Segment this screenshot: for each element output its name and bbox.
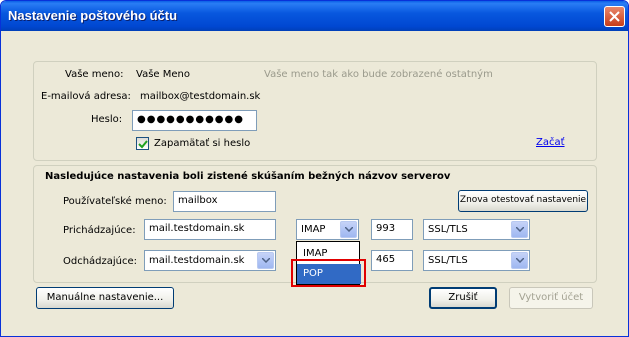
- incoming-protocol-select[interactable]: IMAP: [296, 219, 359, 240]
- password-label: Heslo:: [91, 114, 123, 125]
- chevron-down-icon: [262, 258, 270, 263]
- password-field[interactable]: ●●●●●●●●●●●: [132, 110, 257, 131]
- incoming-label: Prichádzajúce:: [63, 225, 136, 236]
- remember-password-label[interactable]: Zapamätať si heslo: [154, 138, 250, 149]
- outgoing-security-value: SSL/TLS: [428, 255, 468, 266]
- checkmark-icon: [138, 140, 148, 149]
- pop-option-highlight-frame: [291, 259, 366, 287]
- name-label: Vaše meno:: [65, 69, 124, 80]
- incoming-security-select[interactable]: SSL/TLS: [423, 219, 530, 240]
- retest-button-label: Znova otestovať nastavenie: [459, 195, 587, 205]
- close-icon: [609, 11, 620, 22]
- incoming-port-field[interactable]: 993: [371, 219, 413, 240]
- cancel-button[interactable]: Zrušiť: [429, 287, 497, 309]
- dropdown-arrow[interactable]: [340, 221, 357, 238]
- incoming-server-field[interactable]: mail.testdomain.sk: [144, 219, 276, 240]
- dropdown-arrow[interactable]: [511, 221, 528, 238]
- dropdown-arrow[interactable]: [257, 252, 274, 269]
- window-title: Nastavenie poštového účtu: [8, 8, 178, 23]
- outgoing-port-field[interactable]: 465: [371, 250, 413, 271]
- chevron-down-icon: [516, 227, 524, 232]
- outgoing-server-select[interactable]: mail.testdomain.sk: [144, 250, 276, 271]
- create-account-button-label: Vytvoriť účet: [518, 292, 584, 303]
- manual-setup-button[interactable]: Manuálne nastavenie...: [36, 287, 174, 309]
- manual-setup-button-label: Manuálne nastavenie...: [46, 292, 164, 303]
- name-hint: Vaše meno tak ako bude zobrazené ostatný…: [264, 69, 493, 80]
- account-setup-dialog: Nastavenie poštového účtu Vaše meno: Vaš…: [0, 0, 629, 337]
- chevron-down-icon: [516, 258, 524, 263]
- outgoing-label: Odchádzajúce:: [63, 256, 138, 267]
- username-label: Používateľské meno:: [63, 196, 167, 207]
- incoming-security-value: SSL/TLS: [428, 224, 468, 235]
- title-bar[interactable]: Nastavenie poštového účtu: [1, 1, 628, 31]
- chevron-down-icon: [345, 227, 353, 232]
- incoming-protocol-value: IMAP: [301, 224, 326, 235]
- email-value[interactable]: mailbox@testdomain.sk: [140, 91, 260, 102]
- outgoing-server-value: mail.testdomain.sk: [149, 255, 245, 266]
- create-account-button[interactable]: Vytvoriť účet: [509, 287, 593, 309]
- retest-button[interactable]: Znova otestovať nastavenie: [458, 190, 588, 212]
- username-field[interactable]: mailbox: [173, 191, 276, 212]
- email-label: E-mailová adresa:: [41, 91, 131, 102]
- outgoing-security-select[interactable]: SSL/TLS: [423, 250, 530, 271]
- dropdown-arrow[interactable]: [511, 252, 528, 269]
- remember-password-checkbox[interactable]: [136, 137, 149, 150]
- cancel-button-label: Zrušiť: [448, 292, 478, 303]
- start-link[interactable]: Začať: [536, 137, 565, 148]
- close-button[interactable]: [604, 6, 625, 27]
- name-value[interactable]: Vaše Meno: [136, 69, 190, 80]
- server-settings-heading: Nasledujúce nastavenia boli zistené skúš…: [45, 171, 451, 182]
